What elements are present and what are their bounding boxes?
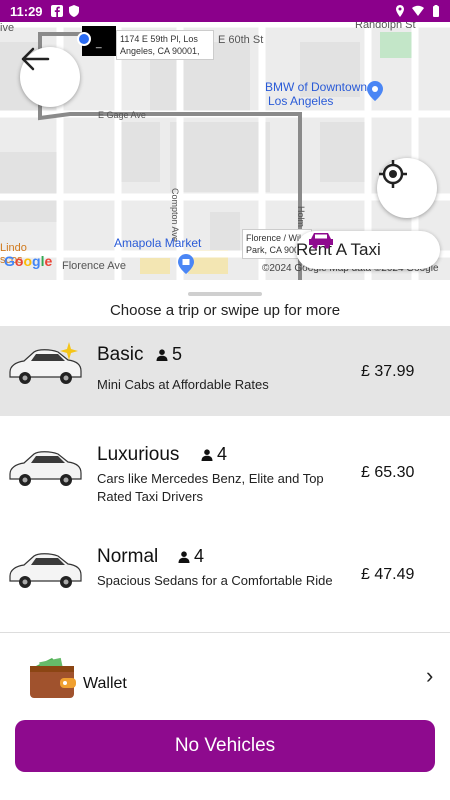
seat-count: 4 [178, 546, 204, 567]
trip-name: Basic [97, 344, 144, 365]
seat-count: 5 [156, 344, 182, 365]
no-vehicles-button[interactable]: No Vehicles [15, 720, 435, 772]
trip-price: £ 47.49 [361, 566, 415, 583]
poi-bmw-line2[interactable]: Los Angeles [268, 94, 333, 108]
wifi-icon [412, 5, 424, 16]
shopping-pin-icon [178, 254, 194, 274]
trip-option-basic[interactable]: Basic 5 Mini Cabs at Affordable Rates £ … [0, 326, 450, 416]
trip-description: Mini Cabs at Affordable Rates [97, 377, 269, 392]
facebook-icon [50, 5, 63, 17]
shield-icon [68, 5, 79, 17]
map-partial-label: ive [0, 22, 15, 34]
sparkle-icon [60, 342, 78, 360]
trip-price: £ 65.30 [361, 464, 415, 481]
arrow-left-icon [21, 47, 50, 71]
trip-description: Spacious Sedans for a Comfortable Ride [97, 573, 333, 588]
trip-name: Luxurious [97, 444, 180, 465]
battery-icon [433, 5, 439, 17]
my-location-button[interactable] [377, 158, 437, 218]
car-icon [309, 233, 333, 249]
pickup-marker-label: _ [96, 38, 102, 49]
street-label-compton: Compton Ave [170, 188, 180, 242]
person-icon [178, 550, 190, 563]
street-label-randolph: Randolph St [355, 22, 416, 31]
seat-count-value: 5 [172, 344, 183, 364]
pickup-marker-dot [77, 32, 91, 46]
street-label-holm: Holm [296, 206, 306, 228]
white-car-icon [9, 451, 82, 486]
back-button[interactable] [20, 47, 80, 107]
sheet-title: Choose a trip or swipe up for more [109, 302, 341, 319]
street-label-gage: E Gage Ave [98, 110, 146, 120]
chevron-right-icon: › [426, 663, 434, 688]
trip-name: Normal [97, 546, 159, 567]
person-icon [201, 448, 213, 461]
location-icon [396, 5, 404, 17]
rent-a-taxi-button[interactable]: Rent A Taxi [296, 231, 440, 269]
status-time: 11:29 [10, 3, 43, 19]
street-label-florence: Florence Ave [62, 260, 127, 272]
pickup-address-card: 1174 E 59th Pl, Los Angeles, CA 90001, [116, 30, 214, 60]
map-pin-icon [367, 81, 383, 101]
google-logo: Google [4, 253, 53, 269]
section-divider [0, 632, 450, 633]
trip-option-luxurious[interactable]: Luxurious 4 Cars like Mercedes Benz, Eli… [0, 428, 450, 518]
seat-count: 4 [201, 444, 227, 465]
wallet-icon [30, 657, 76, 698]
trip-price: £ 37.99 [361, 363, 415, 380]
seat-count-value: 4 [217, 444, 228, 464]
person-icon [156, 348, 168, 361]
white-car-icon [9, 553, 82, 588]
seat-count-value: 4 [194, 546, 205, 566]
status-bar: 11:29 [0, 0, 450, 22]
trip-option-normal[interactable]: Normal 4 Spacious Sedans for a Comfortab… [0, 530, 450, 620]
wallet-row[interactable]: Wallet › [0, 650, 450, 710]
trip-sheet: Choose a trip or swipe up for more Basic… [0, 280, 450, 800]
poi-bmw-line1[interactable]: BMW of Downtown [265, 80, 367, 94]
street-label-e60th: E 60th St [218, 34, 264, 46]
crosshair-icon [379, 160, 407, 188]
poi-amapola[interactable]: Amapola Market [114, 236, 201, 250]
map-view[interactable]: _ 1174 E 59th Pl, Los Angeles, CA 90001,… [0, 22, 450, 280]
sheet-drag-handle[interactable] [188, 292, 262, 296]
wallet-label: Wallet [83, 675, 127, 692]
trip-description: Cars like Mercedes Benz, Elite and Top R… [97, 471, 324, 504]
